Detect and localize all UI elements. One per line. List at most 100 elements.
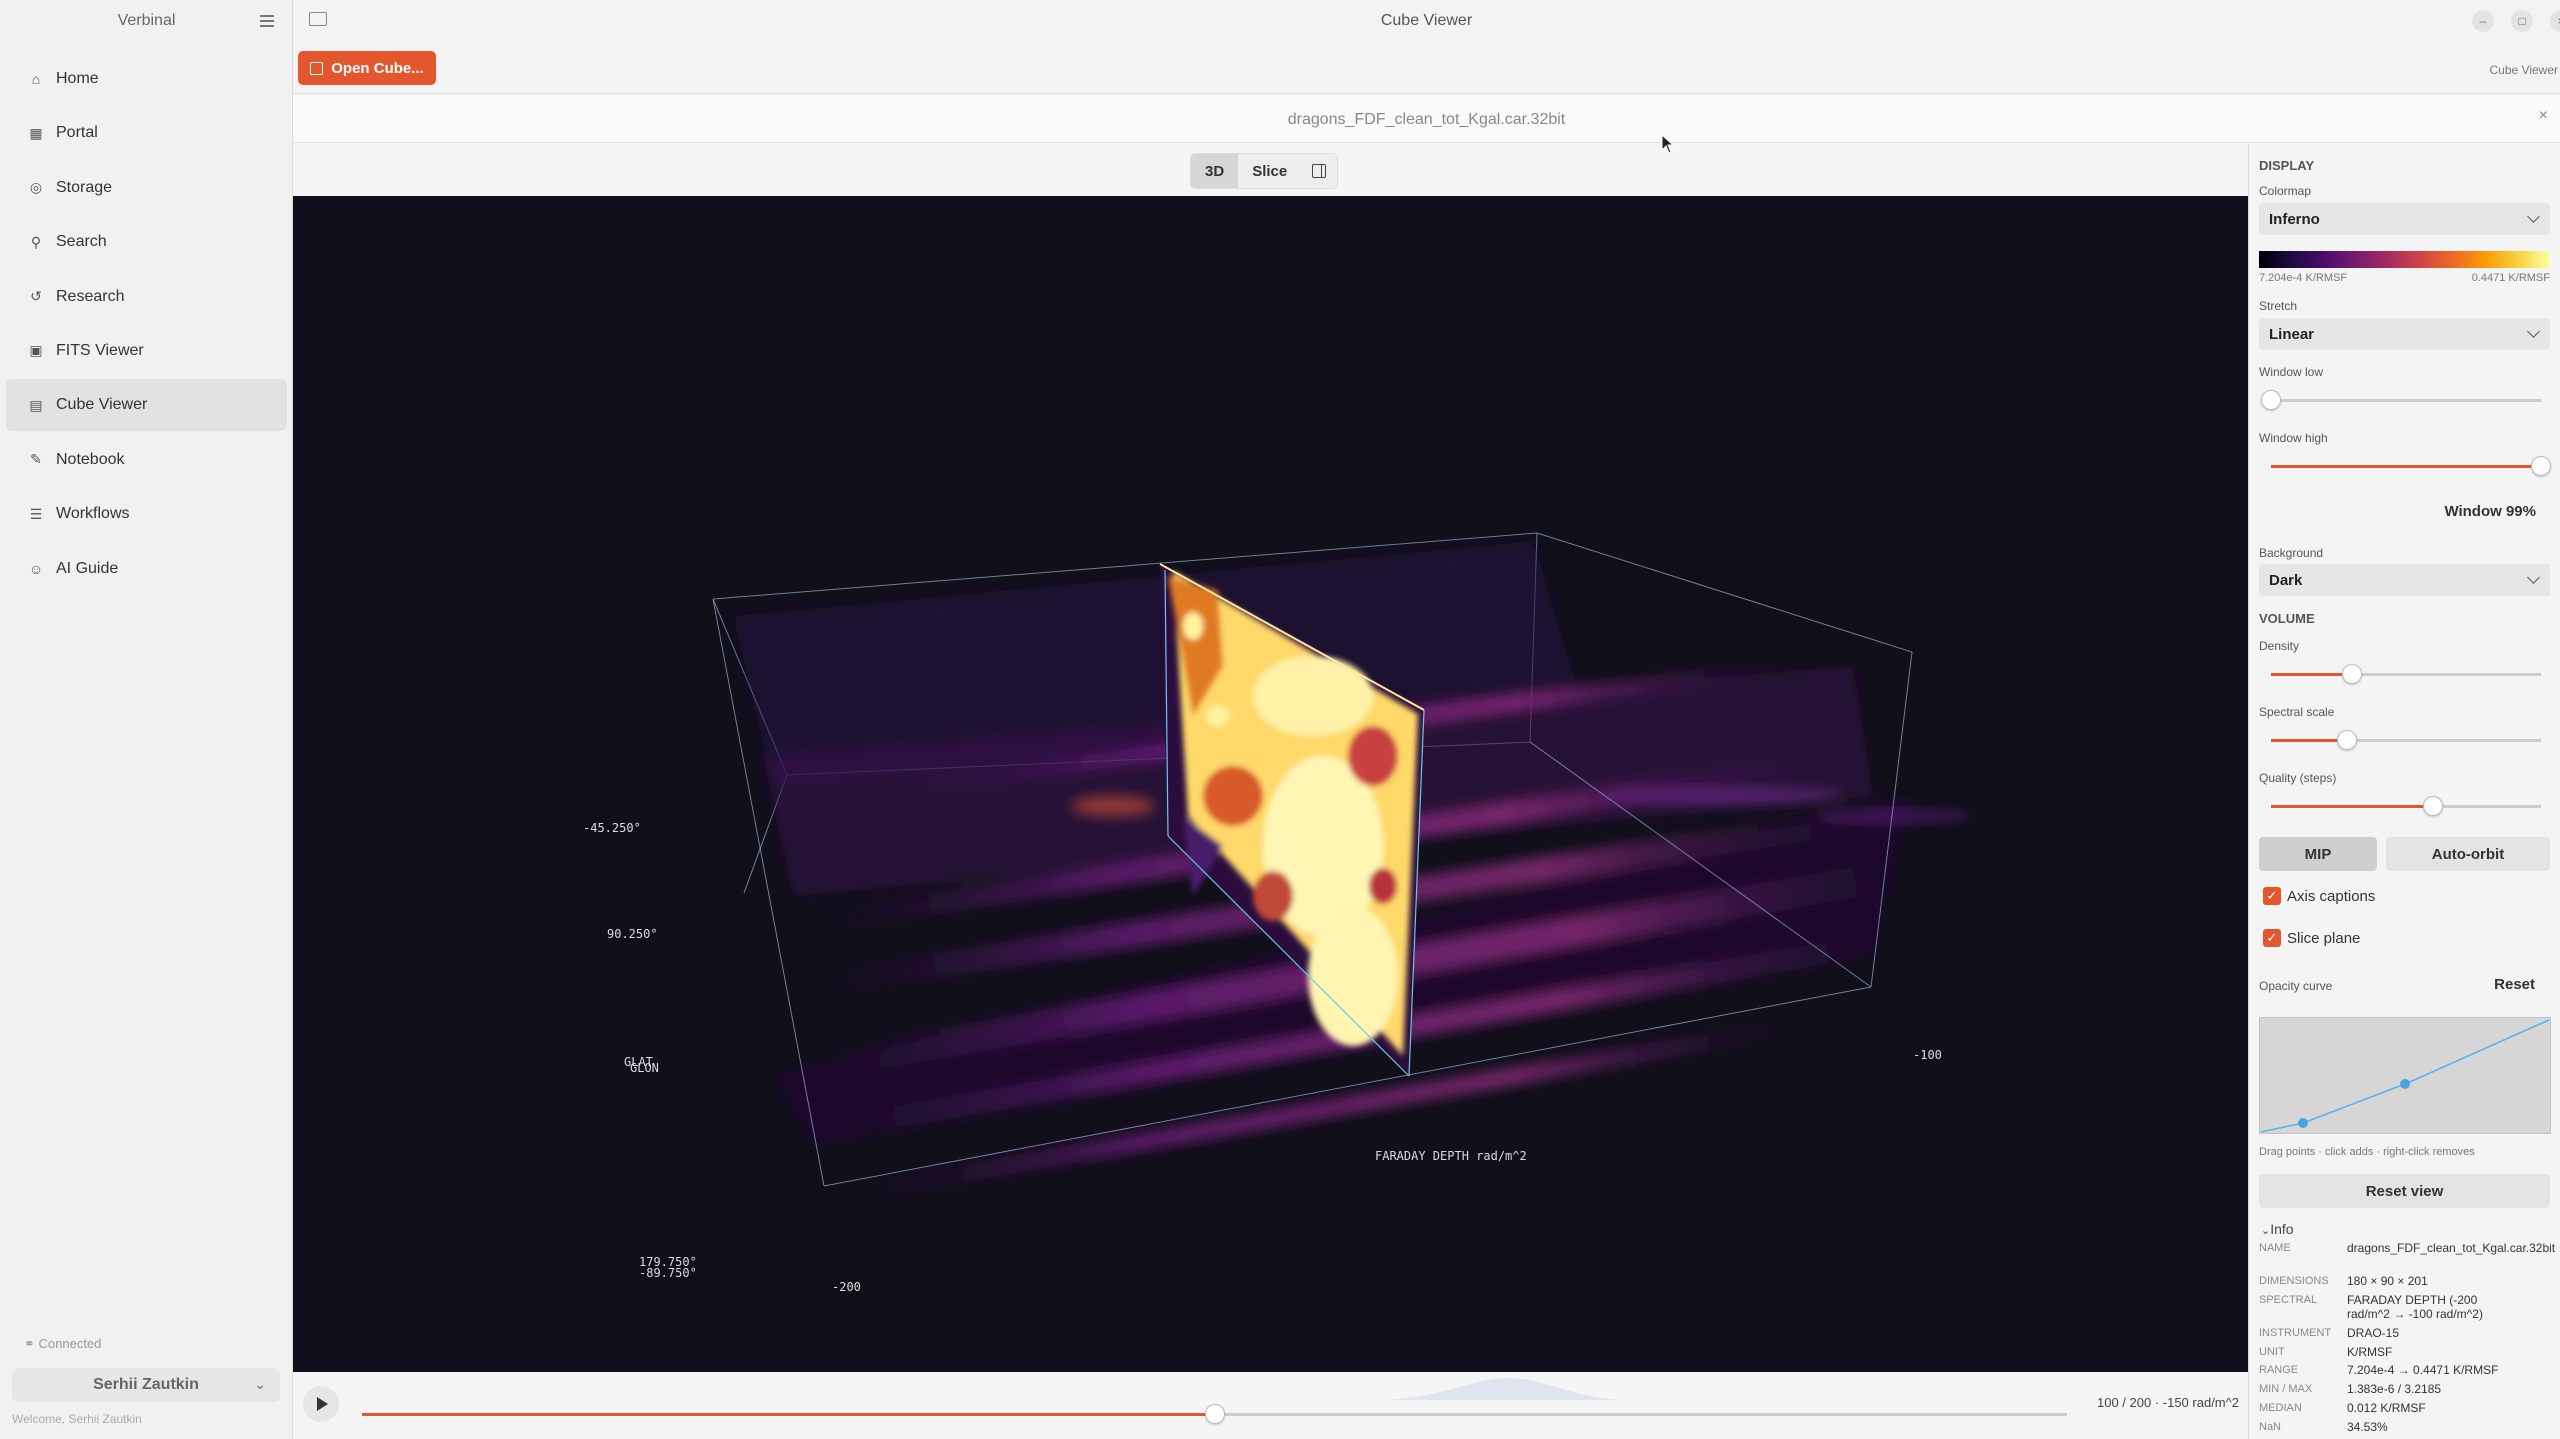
play-icon [317,1397,328,1411]
spectral-scale-label: Spectral scale [2259,705,2335,719]
sidebar-item-search[interactable]: ⚲ Search [6,216,287,268]
sidebar-item-cube-viewer[interactable]: ▤ Cube Viewer [6,379,287,432]
opacity-hint: Drag points · click adds · right-click r… [2259,1146,2475,1158]
timeline-slider[interactable] [362,1404,2067,1424]
app-brand: Verbinal [117,12,176,29]
background-select[interactable]: Dark [2259,564,2550,596]
sidebar-item-label: AI Guide [56,559,119,577]
sidebar-item-label: Cube Viewer [56,396,148,414]
window-high-slider[interactable] [2271,456,2551,476]
axis-caption-faraday-depth: FARADAY DEPTH rad/m^2 [1375,1149,1527,1163]
image-icon: ▣ [29,342,43,359]
notebook-icon: ✎ [30,451,42,468]
axis-caption-fd-high: -100 [1913,1048,1942,1062]
view-mode-bar: 3D Slice [293,144,2248,196]
reset-opacity-button[interactable]: Reset [2494,976,2535,993]
curve-point[interactable] [2400,1079,2410,1089]
split-view-icon [1312,164,1327,178]
slider-fill [2271,673,2352,676]
sidebar-item-research[interactable]: ↺ Research [6,271,287,323]
spectral-scale-slider[interactable] [2271,730,2541,750]
user-menu[interactable]: Serhii Zautkin ⌄ [12,1368,280,1402]
quality-slider[interactable] [2271,796,2541,816]
mode-3d-button[interactable]: 3D [1191,154,1239,188]
window-low-slider[interactable] [2261,390,2541,410]
split-view-button[interactable] [1301,154,1337,188]
user-name: Serhii Zautkin [93,1376,199,1393]
slider-thumb[interactable] [2531,456,2551,476]
sidebar-item-notebook[interactable]: ✎ Notebook [6,434,287,486]
info-key: NaN [2259,1421,2282,1433]
slice-plane-checkbox[interactable]: ✓ Slice plane [2263,929,2360,947]
toolbar: Open Cube... Cube Viewer [293,42,2560,94]
density-slider[interactable] [2271,664,2541,684]
sidebar-item-label: FITS Viewer [56,341,144,359]
info-value: dragons_FDF_clean_tot_Kgal.car.32bit [2347,1241,2556,1255]
axis-captions-label: Axis captions [2287,887,2376,905]
auto-orbit-button[interactable]: Auto-orbit [2386,837,2550,871]
play-button[interactable] [303,1386,339,1422]
slider-thumb[interactable] [2423,796,2443,816]
cube-icon: ▤ [29,396,43,413]
window-readout: Window 99% [2444,503,2536,520]
curve-point[interactable] [2298,1118,2308,1128]
nav-list: ⌂ Home ▦ Portal ◎ Storage ⚲ Search ↺ Research… [6,53,287,597]
sidebar-item-label: Storage [56,178,113,196]
info-value: 1.383e-6 / 3.2185 [2347,1382,2442,1396]
view-mode-toggle: 3D Slice [1190,153,1339,189]
sidebar-item-ai-guide[interactable]: ☺ AI Guide [6,543,287,595]
background-label: Background [2259,546,2324,560]
axis-captions-checkbox[interactable]: ✓ Axis captions [2263,887,2375,905]
window-title: Cube Viewer [1380,12,1473,29]
slider-thumb[interactable] [2261,390,2281,410]
sidebar-item-label: Workflows [56,505,130,523]
history-icon: ↺ [30,288,42,305]
density-label: Density [2259,639,2300,653]
checkmark-icon: ✓ [2263,929,2281,947]
axis-caption-lon: 90.250° [607,927,658,941]
open-cube-button[interactable]: Open Cube... [298,51,436,85]
slider-thumb[interactable] [2336,730,2357,750]
opacity-curve-editor[interactable] [2259,1017,2551,1134]
info-key: MIN / MAX [2259,1383,2313,1395]
menu-icon[interactable] [260,12,274,27]
sidebar-item-portal[interactable]: ▦ Portal [6,107,287,159]
axis-caption-glon: GLON [630,1061,659,1075]
info-key: DIMENSIONS [2259,1275,2329,1287]
info-value: FARADAY DEPTH (-200 rad/m^2 → -100 rad/m… [2347,1293,2483,1321]
slider-fill [2271,465,2541,468]
chevron-down-icon [2527,325,2540,338]
mip-button[interactable]: MIP [2259,837,2377,871]
close-file-icon[interactable]: × [2539,107,2548,125]
maximize-button[interactable]: □ [2511,10,2533,32]
stretch-select[interactable]: Linear [2259,318,2550,350]
timeline-fill [362,1413,1215,1416]
sidebar-item-workflows[interactable]: ☰ Workflows [6,488,287,540]
slice-plane-label: Slice plane [2287,929,2361,947]
sidebar-item-home[interactable]: ⌂ Home [6,53,287,105]
sidebar-item-storage[interactable]: ◎ Storage [6,162,287,214]
chevron-down-icon: ⌄ [254,1376,266,1392]
minimize-button[interactable]: – [2472,10,2494,32]
timeline-thumb[interactable] [1204,1404,1225,1424]
reset-view-button[interactable]: Reset view [2259,1174,2550,1208]
sidebar-item-fits-viewer[interactable]: ▣ FITS Viewer [6,325,287,377]
volume-viewport[interactable]: -45.250° 90.250° GLAT GLON 179.750° -89.… [293,196,2248,1372]
colormap-select[interactable]: Inferno [2259,203,2550,235]
checkmark-icon: ✓ [2263,887,2281,905]
axis-caption-lat-low: -89.750° [639,1266,697,1280]
volume-heading: VOLUME [2259,611,2315,626]
colormap-label: Colormap [2259,184,2312,198]
slider-thumb[interactable] [2342,664,2362,684]
grid-icon: ▦ [29,124,43,141]
opacity-curve-label: Opacity curve [2259,979,2333,993]
slider-fill [2271,805,2433,808]
info-key: NAME [2259,1242,2291,1254]
window-high-label: Window high [2259,431,2328,445]
info-toggle[interactable]: ⌄Info [2261,1221,2294,1237]
app-window: Verbinal ⌂ Home ▦ Portal ◎ Storage ⚲ Search … [0,0,2560,1439]
mode-slice-button[interactable]: Slice [1238,154,1301,188]
display-panel: DISPLAY Colormap Inferno 7.204e-4 K/RMSF… [2248,144,2560,1439]
file-tab-bar: dragons_FDF_clean_tot_Kgal.car.32bit × [293,95,2560,143]
volume-render [712,532,1973,1201]
